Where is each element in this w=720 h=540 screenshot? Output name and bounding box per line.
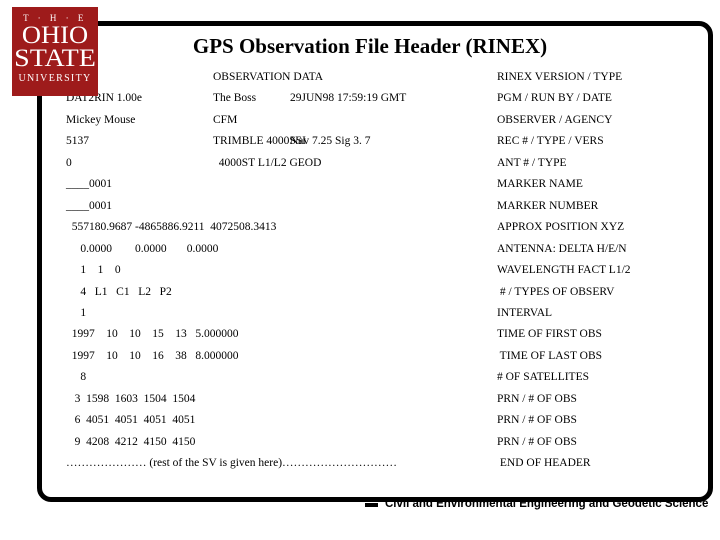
rinex-header-label: ANT # / TYPE: [497, 156, 567, 169]
rinex-value-left: 0: [66, 156, 72, 169]
rinex-header-label: ANTENNA: DELTA H/E/N: [497, 242, 627, 255]
rinex-header-table: OBSERVATION DATA RINEX VERSION / TYPE DAT2…: [0, 0, 720, 540]
rinex-header-row: Mickey Mouse CFM OBSERVER / AGENCY: [0, 112, 720, 133]
rinex-value-left: ____0001: [66, 178, 112, 191]
rinex-header-row: 9 4208 4212 4150 4150 PRN / # OF OBS: [0, 434, 720, 455]
rinex-value-left: ………………… (rest of the SV is given here)………: [66, 457, 398, 470]
rinex-value-middle: The Boss: [213, 92, 257, 105]
ohio-state-university-logo: T · H · E OHIO STATE UNIVERSITY: [12, 7, 98, 96]
rinex-value-middle-2: 29JUN98 17:59:19 GMT: [290, 92, 407, 105]
rinex-header-label: TIME OF LAST OBS: [497, 349, 603, 362]
rinex-value-left: ____0001: [66, 199, 112, 212]
rinex-header-label: # / TYPES OF OBSERV: [497, 285, 615, 298]
rinex-header-row: DAT2RIN 1.00e The Boss 29JUN98 17:59:19 GM…: [0, 90, 720, 111]
rinex-value-left: 1 1 0: [66, 264, 121, 277]
footer-bullet-icon: [365, 503, 378, 507]
rinex-value-left: 557180.9687 -4865886.9211 4072508.3413: [66, 221, 277, 234]
rinex-value-left: 9 4208 4212 4150 4150: [66, 435, 196, 448]
rinex-header-label: PRN / # OF OBS: [497, 435, 577, 448]
rinex-header-row: 0.0000 0.0000 0.0000 ANTENNA: DELTA H/E/N: [0, 241, 720, 262]
rinex-header-row: 6 4051 4051 4051 4051 PRN / # OF OBS: [0, 412, 720, 433]
footer-department-label: Civil and Environmental Engineering and …: [385, 498, 709, 510]
rinex-header-label: # OF SATELLITES: [497, 371, 589, 384]
rinex-header-row: 5137 TRIMBLE 4000SSI Nav 7.25 Sig 3. 7 REC …: [0, 133, 720, 154]
rinex-header-label: MARKER NUMBER: [497, 199, 599, 212]
rinex-header-label: REC # / TYPE / VERS: [497, 135, 604, 148]
rinex-header-row: 3 1598 1603 1504 1504 PRN / # OF OBS: [0, 391, 720, 412]
logo-state-text: STATE: [14, 45, 96, 72]
slide-title: GPS Observation File Header (RINEX): [192, 34, 548, 58]
rinex-value-middle: 4000ST L1/L2 GEOD: [213, 156, 322, 169]
rinex-header-label: APPROX POSITION XYZ: [497, 221, 625, 234]
rinex-header-row: 557180.9687 -4865886.9211 4072508.3413 AP…: [0, 219, 720, 240]
rinex-value-left: 1997 10 10 16 38 8.000000: [66, 349, 239, 362]
logo-university-text: UNIVERSITY: [18, 73, 92, 84]
rinex-header-row: 4 L1 C1 L2 P2 # / TYPES OF OBSERV: [0, 284, 720, 305]
rinex-header-row: 0 4000ST L1/L2 GEOD ANT # / TYPE: [0, 155, 720, 176]
rinex-header-row: 8 # OF SATELLITES: [0, 369, 720, 390]
rinex-header-row: 1 1 0 WAVELENGTH FACT L1/2: [0, 262, 720, 283]
rinex-header-label: RINEX VERSION / TYPE: [497, 71, 623, 83]
rinex-header-row: OBSERVATION DATA RINEX VERSION / TYPE: [0, 69, 720, 90]
rinex-header-label: WAVELENGTH FACT L1/2: [497, 264, 631, 277]
rinex-value-left: 3 1598 1603 1504 1504: [66, 392, 196, 405]
rinex-value-left: 5137: [66, 135, 89, 148]
slide-canvas: T · H · E OHIO STATE UNIVERSITY GPS Obse…: [0, 0, 720, 540]
rinex-header-row: ………………… (rest of the SV is given here)………: [0, 455, 720, 476]
rinex-value-middle: CFM: [213, 113, 238, 126]
rinex-header-label: INTERVAL: [497, 306, 553, 319]
rinex-value-left: 1: [66, 306, 87, 319]
rinex-header-label: OBSERVER / AGENCY: [497, 113, 613, 126]
rinex-header-label: PRN / # OF OBS: [497, 392, 577, 405]
rinex-header-row: 1 INTERVAL: [0, 305, 720, 326]
rinex-header-label: MARKER NAME: [497, 178, 583, 191]
rinex-value-left: Mickey Mouse: [66, 113, 136, 126]
rinex-value-left: 0.0000 0.0000 0.0000: [66, 242, 219, 255]
rinex-value-left: 8: [66, 371, 87, 384]
rinex-header-label: PGM / RUN BY / DATE: [497, 92, 612, 105]
rinex-header-label: PRN / # OF OBS: [497, 414, 577, 427]
rinex-header-row: ____0001 MARKER NUMBER: [0, 198, 720, 219]
rinex-value-left: 4 L1 C1 L2 P2: [66, 285, 172, 298]
rinex-value-middle: OBSERVATION DATA: [213, 71, 324, 83]
rinex-value-left: 6 4051 4051 4051 4051: [66, 414, 196, 427]
logo-ohio-text: OHIO: [21, 22, 89, 49]
rinex-header-label: END OF HEADER: [497, 457, 591, 470]
rinex-header-row: 1997 10 10 16 38 8.000000 TIME OF LAST O…: [0, 348, 720, 369]
rinex-header-row: 1997 10 10 15 13 5.000000 TIME OF FIRST O…: [0, 326, 720, 347]
rinex-value-middle-2: Nav 7.25 Sig 3. 7: [290, 135, 371, 148]
rinex-value-left: 1997 10 10 15 13 5.000000: [66, 328, 239, 341]
rinex-header-row: ____0001 MARKER NAME: [0, 176, 720, 197]
rinex-header-label: TIME OF FIRST OBS: [497, 328, 602, 341]
